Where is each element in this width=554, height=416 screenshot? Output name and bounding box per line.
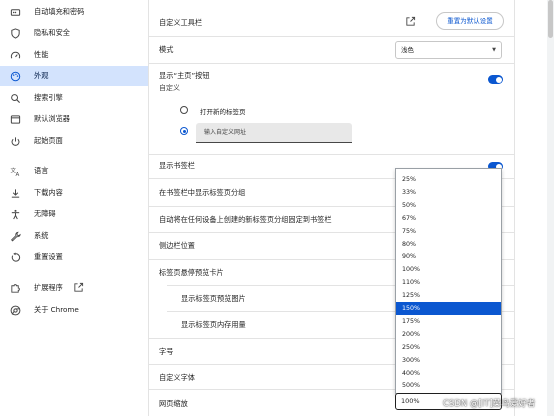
- home-button-row: 显示“主页”按钮 自定义 打开新的标签页 输入自定义网址: [149, 63, 514, 151]
- shield-icon: [9, 27, 21, 39]
- sidebar-item-accessibility[interactable]: 无障碍: [0, 204, 160, 224]
- zoom-option[interactable]: 150%: [396, 302, 501, 315]
- puzzle-icon: [9, 282, 21, 294]
- zoom-option[interactable]: 250%: [396, 341, 501, 354]
- sidebar-item-label: 系统: [34, 231, 49, 240]
- hover-preview-label: 标签页悬停预览卡片: [159, 268, 224, 277]
- open-in-new-icon[interactable]: [405, 16, 416, 27]
- accessibility-icon: [9, 208, 21, 220]
- zoom-option[interactable]: 80%: [396, 238, 501, 251]
- preview-image-label: 显示标签页预览图片: [181, 294, 246, 303]
- sidebar-item-label: 自动填充和密码: [34, 7, 85, 16]
- bookmarks-bar-label: 显示书签栏: [159, 161, 195, 170]
- power-icon: [9, 135, 21, 147]
- sidebar-item-languages[interactable]: 文A 语言: [0, 161, 160, 181]
- home-button-toggle[interactable]: [488, 75, 503, 84]
- mode-row: 模式 浅色 ▼: [149, 36, 514, 62]
- zoom-options-list[interactable]: 25% 33% 50% 67% 75% 80% 90% 100% 110% 125% 150% 175…: [395, 168, 502, 394]
- sidebar-item-appearance[interactable]: 外观: [0, 66, 160, 86]
- sidebar-item-downloads[interactable]: 下载内容: [0, 183, 160, 203]
- mode-select[interactable]: 浅色 ▼: [395, 41, 502, 59]
- zoom-option[interactable]: 400%: [396, 367, 501, 380]
- sidebar-item-extensions[interactable]: 扩展程序: [0, 278, 160, 298]
- zoom-option[interactable]: 110%: [396, 276, 501, 289]
- custom-fonts-label: 自定义字体: [159, 373, 195, 382]
- custom-toolbar-label: 自定义工具栏: [159, 18, 203, 27]
- mode-label: 模式: [159, 45, 174, 54]
- browser-window-icon: [9, 113, 21, 125]
- font-size-label: 字号: [159, 347, 174, 356]
- page-zoom-value: 100%: [401, 397, 420, 405]
- zoom-option[interactable]: 300%: [396, 354, 501, 367]
- sidebar-item-label: 无障碍: [34, 209, 56, 218]
- page-zoom-label: 网页缩放: [159, 399, 188, 408]
- side-panel-label: 侧边栏位置: [159, 241, 195, 250]
- zoom-option[interactable]: 200%: [396, 328, 501, 341]
- sidebar-item-about-chrome[interactable]: 关于 Chrome: [0, 300, 160, 320]
- sidebar-item-autofill[interactable]: 自动填充和密码: [0, 2, 160, 22]
- reset-to-default-button[interactable]: 重置为默认设置: [436, 12, 504, 30]
- watermark: CSDN @[IT]菜鸟爱好者: [443, 399, 536, 409]
- zoom-option[interactable]: 75%: [396, 225, 501, 238]
- sidebar-item-label: 性能: [34, 50, 49, 59]
- sidebar-item-label: 默认浏览器: [34, 114, 70, 123]
- sidebar-item-performance[interactable]: 性能: [0, 45, 160, 65]
- scrollbar-thumb[interactable]: [548, 0, 553, 38]
- zoom-option[interactable]: 33%: [396, 186, 501, 199]
- sidebar-item-label: 语言: [34, 166, 49, 175]
- auto-pin-label: 自动将在任何设备上创建的新标签页分组固定到书签栏: [159, 215, 332, 224]
- new-tab-radio-label: 打开新的标签页: [200, 108, 246, 116]
- zoom-option[interactable]: 175%: [396, 315, 501, 328]
- svg-text:A: A: [15, 172, 19, 177]
- settings-sidebar: 自动填充和密码 隐私和安全 性能 外观 搜索引擎 默认浏览器 起始页面 文 A …: [0, 0, 160, 416]
- home-button-label: 显示“主页”按钮: [159, 71, 210, 80]
- palette-icon: [9, 70, 21, 82]
- autofill-icon: [9, 6, 21, 18]
- search-icon: [9, 92, 21, 104]
- sidebar-item-privacy[interactable]: 隐私和安全: [0, 23, 160, 43]
- custom-url-radio[interactable]: [180, 127, 188, 135]
- sidebar-item-system[interactable]: 系统: [0, 226, 160, 246]
- speedometer-icon: [9, 49, 21, 61]
- sidebar-item-label: 重置设置: [34, 252, 63, 261]
- chrome-icon: [9, 304, 21, 316]
- zoom-option[interactable]: 90%: [396, 250, 501, 263]
- sidebar-item-on-startup[interactable]: 起始页面: [0, 131, 160, 151]
- mode-select-value: 浅色: [401, 46, 414, 54]
- sidebar-item-default-browser[interactable]: 默认浏览器: [0, 109, 160, 129]
- custom-url-input[interactable]: 输入自定义网址: [196, 123, 352, 143]
- zoom-option[interactable]: 100%: [396, 263, 501, 276]
- reset-icon: [9, 251, 21, 263]
- chevron-down-icon: ▼: [492, 47, 496, 53]
- tab-groups-label: 在书签栏中显示标签页分组: [159, 188, 246, 197]
- sidebar-item-label: 扩展程序: [34, 283, 63, 292]
- zoom-option[interactable]: 50%: [396, 199, 501, 212]
- translate-icon: 文A: [9, 165, 21, 177]
- sidebar-item-reset-settings[interactable]: 重置设置: [0, 247, 160, 267]
- zoom-option[interactable]: 25%: [396, 173, 501, 186]
- zoom-option[interactable]: 125%: [396, 289, 501, 302]
- custom-url-placeholder: 输入自定义网址: [204, 129, 247, 136]
- wrench-icon: [9, 230, 21, 242]
- sidebar-item-label: 起始页面: [34, 136, 63, 145]
- home-button-sub: 自定义: [159, 84, 180, 92]
- sidebar-item-label: 下载内容: [34, 188, 63, 197]
- sidebar-item-search-engine[interactable]: 搜索引擎: [0, 88, 160, 108]
- download-icon: [9, 187, 21, 199]
- sidebar-item-label: 外观: [34, 71, 49, 80]
- sidebar-item-label: 搜索引擎: [34, 93, 63, 102]
- external-link-icon: [73, 282, 84, 293]
- scrollbar-track[interactable]: [547, 0, 554, 416]
- new-tab-radio[interactable]: [180, 106, 188, 114]
- zoom-option[interactable]: 500%: [396, 379, 501, 392]
- zoom-option[interactable]: 67%: [396, 212, 501, 225]
- memory-usage-label: 显示标签页内存用量: [181, 320, 246, 329]
- sidebar-item-label: 隐私和安全: [34, 28, 70, 37]
- sidebar-item-label: 关于 Chrome: [34, 305, 79, 314]
- custom-toolbar-row[interactable]: 自定义工具栏 重置为默认设置: [149, 8, 514, 36]
